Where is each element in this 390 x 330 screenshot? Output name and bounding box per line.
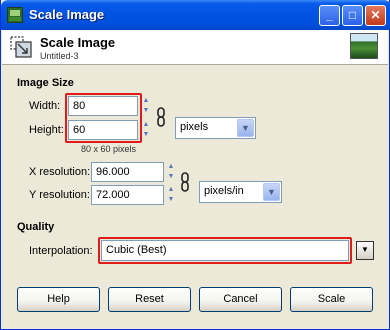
x-resolution-spinner[interactable]: ▲ ▼ [166,162,176,182]
spin-down-icon[interactable]: ▼ [141,130,151,140]
height-label: Height: [29,124,64,136]
y-resolution-spinner[interactable]: ▲ ▼ [166,185,176,205]
size-note: 80 x 60 pixels [81,144,137,154]
spin-up-icon[interactable]: ▲ [166,162,176,172]
chevron-down-icon[interactable]: ▼ [237,119,254,137]
spin-down-icon[interactable]: ▼ [166,195,176,205]
chevron-down-icon[interactable]: ▼ [263,183,280,201]
size-highlight-box [65,93,142,143]
image-thumbnail [350,33,378,59]
title-bar[interactable]: Scale Image _ □ ✕ [1,0,390,30]
interpolation-label: Interpolation: [29,245,93,257]
resolution-unit-select[interactable]: pixels/in ▼ [199,181,282,203]
chain-link-icon[interactable] [156,107,166,127]
window-title: Scale Image [29,7,105,22]
minimize-button[interactable]: _ [319,5,340,26]
reset-button[interactable]: Reset [108,287,191,312]
size-unit-select[interactable]: pixels ▼ [175,117,256,139]
y-resolution-label: Y resolution: [29,189,90,201]
y-resolution-input[interactable]: 72.000 [91,185,164,205]
close-button[interactable]: ✕ [365,5,386,26]
size-unit-value: pixels [180,121,209,133]
help-button[interactable]: Help [17,287,100,312]
image-size-heading: Image Size [17,77,74,89]
spin-down-icon[interactable]: ▼ [166,172,176,182]
height-spinner[interactable]: ▲ ▼ [141,120,151,140]
scale-image-window: Scale Image _ □ ✕ Scale Image Untitled-3… [0,0,390,330]
resolution-chain-icon[interactable] [180,172,190,192]
scale-button[interactable]: Scale [290,287,373,312]
interpolation-highlight-box [98,237,352,264]
scale-image-icon [10,36,32,58]
chevron-down-icon: ▼ [361,245,369,254]
spin-down-icon[interactable]: ▼ [141,106,151,116]
x-resolution-label: X resolution: [29,166,91,178]
interpolation-dropdown-button[interactable]: ▼ [356,241,374,260]
maximize-button[interactable]: □ [342,5,363,26]
cancel-button[interactable]: Cancel [199,287,282,312]
gimp-app-icon [7,7,23,23]
header-title: Scale Image [40,35,116,50]
quality-heading: Quality [17,221,55,233]
x-resolution-input[interactable]: 96.000 [91,162,164,182]
header-subtitle: Untitled-3 [40,51,79,61]
dialog-header: Scale Image Untitled-3 [2,30,388,65]
width-spinner[interactable]: ▲ ▼ [141,96,151,116]
spin-up-icon[interactable]: ▲ [141,96,151,106]
resolution-unit-value: pixels/in [204,185,244,197]
spin-up-icon[interactable]: ▲ [166,185,176,195]
spin-up-icon[interactable]: ▲ [141,120,151,130]
width-label: Width: [29,100,61,112]
